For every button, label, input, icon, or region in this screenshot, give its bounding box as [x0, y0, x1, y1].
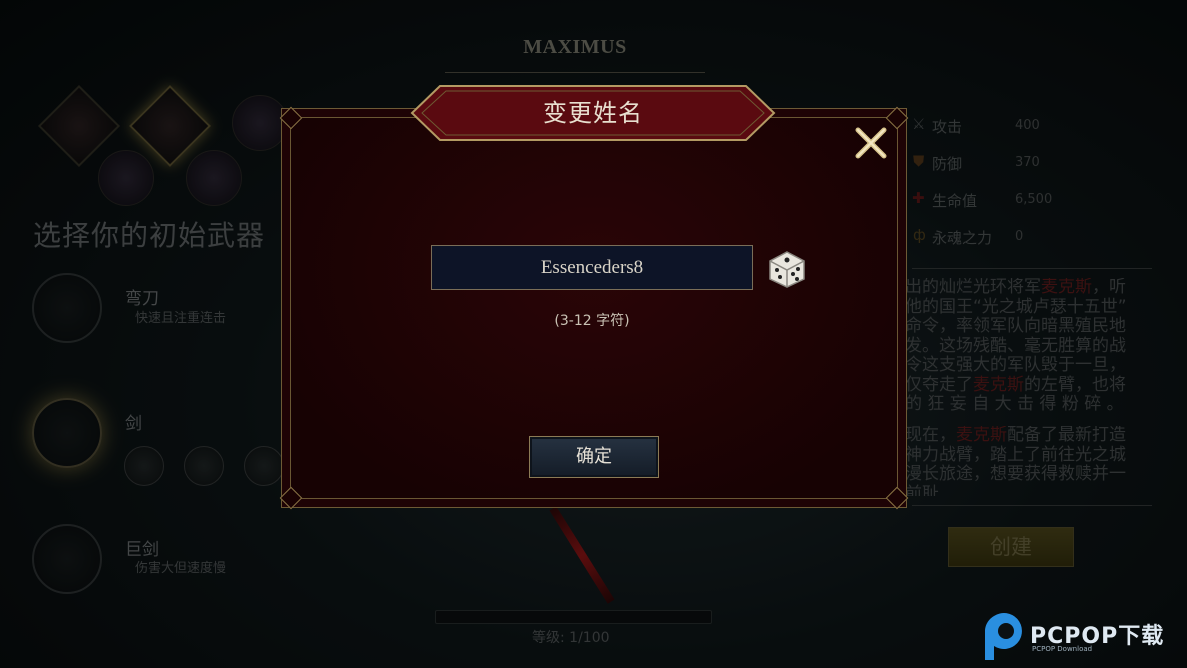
close-icon [855, 127, 887, 159]
name-input[interactable] [431, 245, 753, 290]
watermark-subtext: PCPOP Download [1032, 645, 1093, 653]
name-length-hint: (3-12 字符) [554, 313, 630, 329]
dice-icon [769, 251, 805, 288]
dialog-title-banner: 变更姓名 [410, 84, 776, 142]
dialog-title: 变更姓名 [543, 99, 643, 127]
random-name-button[interactable] [767, 249, 807, 289]
close-button[interactable] [852, 124, 890, 162]
confirm-button[interactable]: 确定 [529, 436, 659, 478]
